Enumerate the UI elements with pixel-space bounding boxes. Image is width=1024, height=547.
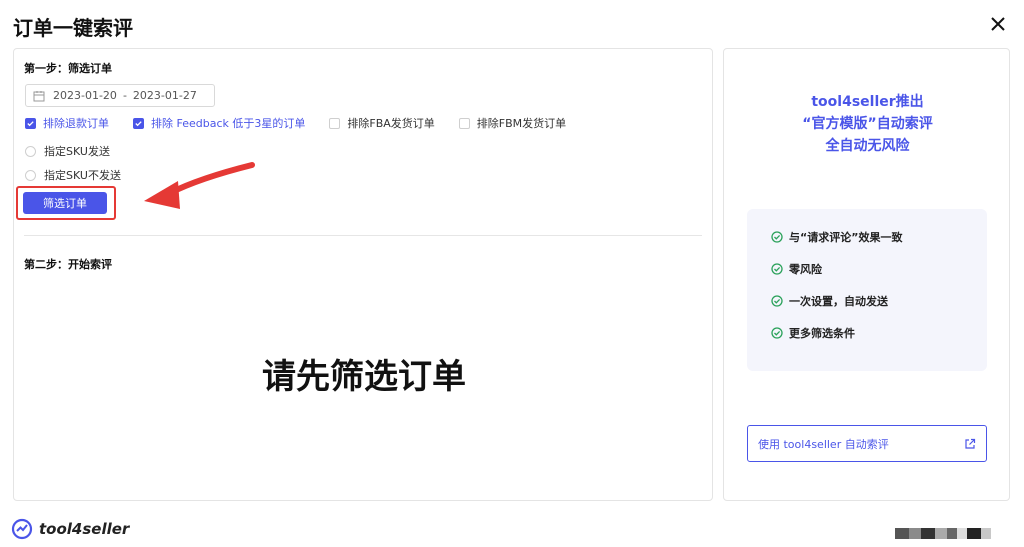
check-icon [135, 120, 142, 126]
date-start: 2023-01-20 [53, 89, 117, 102]
brand-logo-icon [11, 518, 33, 540]
section-divider [24, 235, 702, 236]
radio-label: 指定SKU发送 [44, 145, 110, 158]
dialog-title: 订单一键索评 [13, 16, 133, 40]
feature-text: 更多筛选条件 [789, 327, 855, 340]
checkbox-box [329, 117, 341, 129]
close-icon [991, 17, 1005, 31]
arrow-icon [144, 162, 255, 209]
feature-text: 一次设置，自动发送 [789, 295, 888, 308]
checkbox-exclude-refund[interactable]: 排除退款订单 [25, 115, 109, 131]
promo-line: 全自动无风险 [825, 138, 910, 154]
close-button[interactable] [988, 14, 1008, 34]
date-end: 2023-01-27 [132, 89, 197, 102]
checkbox-box [133, 117, 144, 129]
exclude-options: 排除退款订单 排除 Feedback 低于3星的订单 排除FBA发货订单 排除F… [25, 115, 590, 131]
feature-item: 零风险 [771, 261, 987, 277]
filter-button-highlight: 筛选订单 [16, 186, 116, 220]
promo-heading: tool4seller推出 “官方模版”自动索评 全自动无风险 [724, 91, 1011, 157]
check-circle-icon [771, 327, 783, 339]
check-icon [27, 120, 34, 126]
promo-line: tool4seller推出 [811, 94, 924, 110]
feature-item: 一次设置，自动发送 [771, 293, 987, 309]
left-panel: 第一步：筛选订单 2023-01-20 - 2023-01-27 排除退款订单 … [13, 48, 713, 501]
date-range-picker[interactable]: 2023-01-20 - 2023-01-27 [25, 84, 215, 107]
step2-label: 第二步：开始索评 [24, 258, 112, 271]
checkbox-box [458, 117, 470, 129]
step1-label: 第一步：筛选订单 [24, 62, 112, 75]
brand-logo: tool4seller [11, 518, 129, 540]
checkbox-box [25, 117, 36, 129]
feature-item: 更多筛选条件 [771, 325, 987, 341]
check-circle-icon [771, 295, 783, 307]
calendar-icon [33, 90, 45, 101]
feature-item: 与“请求评论”效果一致 [771, 229, 987, 245]
checkbox-label: 排除 Feedback 低于3星的订单 [151, 117, 306, 130]
feature-text: 零风险 [789, 263, 822, 276]
date-separator: - [122, 89, 127, 102]
check-circle-icon [771, 263, 783, 275]
checkbox-exclude-low-feedback[interactable]: 排除 Feedback 低于3星的订单 [133, 115, 305, 131]
radio-label: 指定SKU不发送 [44, 169, 121, 182]
check-circle-icon [771, 231, 783, 243]
external-link-icon [965, 438, 976, 449]
right-panel: tool4seller推出 “官方模版”自动索评 全自动无风险 与“请求评论”效… [723, 48, 1010, 501]
radio-circle [25, 169, 36, 181]
feature-list: 与“请求评论”效果一致 零风险 一次设置，自动发送 更多筛选条件 [747, 209, 987, 371]
use-button-label: 使用 tool4seller 自动索评 [758, 437, 889, 451]
blurred-watermark [895, 528, 991, 539]
feature-text: 与“请求评论”效果一致 [789, 231, 903, 244]
radio-sku-include[interactable]: 指定SKU发送 [25, 143, 110, 159]
empty-state-message: 请先筛选订单 [262, 357, 466, 397]
checkbox-label: 排除FBA发货订单 [347, 117, 435, 130]
checkbox-label: 排除FBM发货订单 [476, 117, 567, 130]
filter-orders-button[interactable]: 筛选订单 [23, 192, 107, 214]
checkbox-exclude-fba[interactable]: 排除FBA发货订单 [329, 115, 435, 131]
radio-circle [25, 145, 36, 157]
brand-name: tool4seller [39, 520, 130, 538]
checkbox-label: 排除退款订单 [43, 117, 109, 130]
checkbox-exclude-fbm[interactable]: 排除FBM发货订单 [458, 115, 567, 131]
promo-line: “官方模版”自动索评 [802, 116, 933, 132]
radio-sku-exclude[interactable]: 指定SKU不发送 [25, 167, 121, 183]
use-auto-review-button[interactable]: 使用 tool4seller 自动索评 [747, 425, 987, 462]
